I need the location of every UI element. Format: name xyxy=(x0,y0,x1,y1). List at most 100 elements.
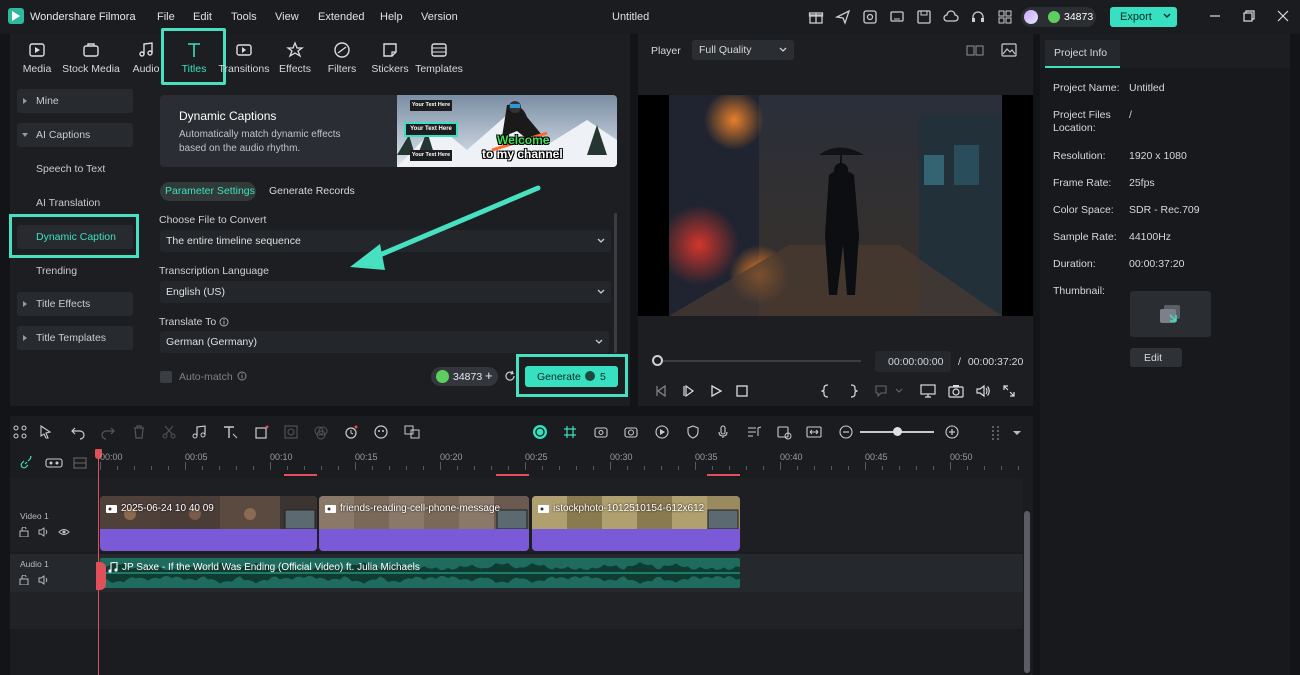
add-track-icon[interactable] xyxy=(45,456,63,470)
camera-snapshot-icon[interactable] xyxy=(948,384,964,398)
video-clip[interactable]: friends-reading-cell-phone-message xyxy=(319,496,529,551)
tab-stickers[interactable]: Stickers xyxy=(369,34,411,82)
caret-down-icon[interactable] xyxy=(1009,424,1025,440)
menu-extended[interactable]: Extended xyxy=(318,11,364,23)
translate-tool-icon[interactable] xyxy=(404,424,420,440)
seek-bar[interactable] xyxy=(658,360,861,362)
current-time-field[interactable]: 00:00:00:00 xyxy=(875,351,951,372)
avatar[interactable] xyxy=(1024,10,1038,24)
grid-apps-icon[interactable] xyxy=(997,9,1013,25)
marker[interactable] xyxy=(496,474,529,476)
refresh-icon[interactable] xyxy=(504,370,516,382)
quality-select[interactable]: Full Quality xyxy=(692,40,794,60)
info-icon[interactable] xyxy=(219,317,229,327)
snapshot-view-icon[interactable] xyxy=(1001,43,1017,57)
sidebar-item-title-templates[interactable]: Title Templates xyxy=(17,326,133,350)
timeline-scrollbar[interactable] xyxy=(1024,511,1030,673)
menu-edit[interactable]: Edit xyxy=(193,11,212,23)
sidebar-item-ai-translation[interactable]: AI Translation xyxy=(17,191,133,215)
ai-tool-icon[interactable] xyxy=(343,424,359,440)
tab-templates[interactable]: Templates xyxy=(414,34,464,82)
sticker-tool-icon[interactable] xyxy=(373,424,389,440)
tab-filters[interactable]: Filters xyxy=(322,34,362,82)
speaker-icon[interactable] xyxy=(38,527,49,537)
redo-icon[interactable] xyxy=(100,424,116,440)
track-settings-icon[interactable] xyxy=(73,456,87,470)
language-select[interactable]: English (US) xyxy=(160,281,611,303)
export-button[interactable]: Export xyxy=(1110,7,1177,27)
eye-icon[interactable] xyxy=(58,527,70,537)
gift-icon[interactable] xyxy=(808,9,824,25)
split-icon[interactable] xyxy=(161,424,177,440)
fullscreen-icon[interactable] xyxy=(1002,384,1016,398)
shield-icon[interactable] xyxy=(685,424,701,440)
sidebar-item-title-effects[interactable]: Title Effects xyxy=(17,292,133,316)
sidebar-item-trending[interactable]: Trending xyxy=(17,259,133,283)
generate-button[interactable]: Generate 5 xyxy=(525,366,618,387)
mark-out-icon[interactable] xyxy=(848,384,858,398)
tab-media[interactable]: Media xyxy=(14,34,60,82)
lock-icon[interactable] xyxy=(19,527,29,537)
audio-list-icon[interactable] xyxy=(746,424,762,440)
close-icon[interactable] xyxy=(1276,9,1290,23)
zoom-slider-handle[interactable] xyxy=(893,427,902,436)
playback-speed-icon[interactable] xyxy=(654,424,670,440)
stop-icon[interactable] xyxy=(736,385,748,397)
fit-timeline-icon[interactable] xyxy=(806,424,822,440)
smart-render-icon[interactable] xyxy=(532,424,548,440)
thumbnail-edit-button[interactable]: Edit xyxy=(1130,348,1182,367)
cloud-icon[interactable] xyxy=(943,9,959,25)
zoom-out-icon[interactable] xyxy=(838,424,854,440)
crop-icon[interactable] xyxy=(254,424,270,440)
audio-clip[interactable]: JP Saxe - If the World Was Ending (Offic… xyxy=(100,558,740,588)
automatch-checkbox[interactable] xyxy=(160,371,172,383)
text-tool-icon[interactable] xyxy=(222,424,238,440)
restore-icon[interactable] xyxy=(1242,9,1256,23)
marker[interactable] xyxy=(284,474,317,476)
tab-audio[interactable]: Audio xyxy=(126,34,166,82)
credits-badge[interactable]: 34873 xyxy=(1021,7,1096,27)
drag-handle-icon[interactable] xyxy=(988,424,1004,440)
compare-view-icon[interactable] xyxy=(966,44,984,57)
credit-balance-pill[interactable]: 34873 + xyxy=(431,367,498,386)
screen-record-icon[interactable] xyxy=(623,424,639,440)
minimize-icon[interactable] xyxy=(1208,9,1222,23)
record-voice-icon[interactable] xyxy=(593,424,609,440)
layout-grid-icon[interactable] xyxy=(12,424,28,440)
menu-tools[interactable]: Tools xyxy=(231,11,257,23)
clip-replace-icon[interactable] xyxy=(776,424,792,440)
headset-icon[interactable] xyxy=(970,9,986,25)
video-clip[interactable]: 2025-06-24 10 40 09 xyxy=(100,496,317,551)
mark-in-icon[interactable] xyxy=(821,384,831,398)
tab-project-info[interactable]: Project Info xyxy=(1045,40,1120,68)
menu-help[interactable]: Help xyxy=(380,11,403,23)
add-credits-icon[interactable]: + xyxy=(485,368,493,383)
tab-effects[interactable]: Effects xyxy=(274,34,316,82)
speaker-icon[interactable] xyxy=(38,575,49,585)
previous-frame-icon[interactable] xyxy=(654,384,668,398)
menu-file[interactable]: File xyxy=(157,11,175,23)
volume-icon[interactable] xyxy=(975,384,991,398)
menu-view[interactable]: View xyxy=(275,11,299,23)
sidebar-item-mine[interactable]: Mine xyxy=(17,89,133,113)
tab-parameter-settings[interactable]: Parameter Settings xyxy=(160,182,256,201)
sidebar-item-ai-captions[interactable]: AI Captions xyxy=(17,123,133,147)
lock-icon[interactable] xyxy=(19,575,29,585)
send-icon[interactable] xyxy=(835,9,851,25)
media-library-icon[interactable] xyxy=(862,9,878,25)
display-icon[interactable] xyxy=(920,384,936,398)
snap-grid-icon[interactable] xyxy=(562,424,578,440)
mask-icon[interactable] xyxy=(283,424,299,440)
play-icon[interactable] xyxy=(709,384,723,398)
select-tool-icon[interactable] xyxy=(38,424,54,440)
sidebar-item-speech-to-text[interactable]: Speech to Text xyxy=(17,157,133,181)
color-match-icon[interactable] xyxy=(313,424,329,440)
link-icon[interactable] xyxy=(19,456,33,470)
marker-dropdown-icon[interactable] xyxy=(874,384,904,398)
screen-icon[interactable] xyxy=(889,9,905,25)
undo-icon[interactable] xyxy=(70,424,86,440)
audio-music-icon[interactable] xyxy=(191,424,207,440)
panel-scrollbar[interactable] xyxy=(614,213,617,353)
seek-handle[interactable] xyxy=(652,355,663,366)
info-icon[interactable] xyxy=(237,371,247,381)
